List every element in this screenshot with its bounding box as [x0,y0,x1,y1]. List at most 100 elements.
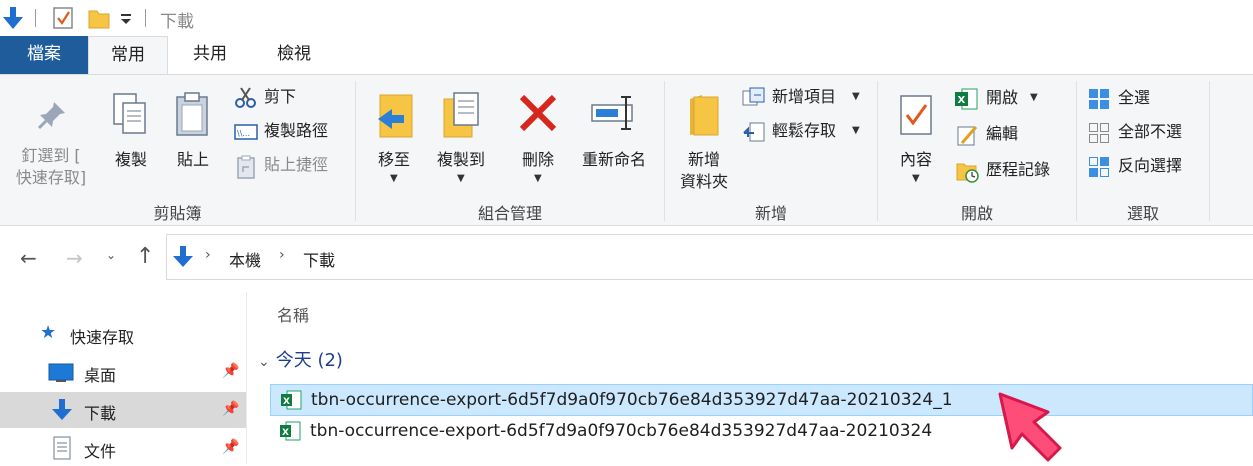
select-all-button[interactable]: 全選 [1086,85,1206,113]
file-row[interactable]: X tbn-occurrence-export-6d5f7d9a0f970cb7… [270,384,1253,416]
move-to-dropdown-icon: ▼ [390,173,398,184]
select-group-label: 選取 [1126,204,1159,223]
pin-label-line1: 釘選到 [ [21,146,81,165]
group-header-today[interactable]: ⌄ 今天 (2) [258,346,343,372]
delete-x-icon [519,94,557,132]
breadcrumb-separator-icon[interactable]: › [205,247,211,263]
move-to-icon [378,94,413,138]
rename-label: 重新命名 [581,150,646,169]
pane-divider[interactable] [246,292,247,464]
nav-item-documents[interactable]: 文件 📌 [0,430,246,466]
download-location-icon [173,246,193,267]
copy-button[interactable]: 複製 [102,83,160,173]
move-to-label: 移至 [377,150,410,169]
new-folder-button[interactable]: 新增 資料夾 [672,83,736,199]
nav-item-downloads[interactable]: 下載 📌 [0,392,246,428]
recent-locations-chevron-icon[interactable]: ⌄ [106,248,116,262]
clipboard-group-label: 剪貼簿 [153,204,202,223]
forward-arrow-icon[interactable]: → [66,246,83,270]
open-label: 開啟 [986,88,1019,107]
properties-check-icon[interactable] [52,6,74,30]
cut-button[interactable]: 剪下 [232,85,342,111]
edit-icon [957,126,978,146]
svg-text:X: X [283,397,290,407]
svg-text:X: X [958,95,966,106]
new-folder-label-line2: 資料夾 [679,172,728,191]
easy-access-icon [743,122,765,142]
pin-quick-access-button[interactable]: 釘選到 [ 快速存取] [6,83,96,193]
tab-share[interactable]: 共用 [170,36,250,74]
back-arrow-icon[interactable]: ← [20,246,37,270]
ribbon-tabs: 檔案 常用 共用 檢視 [0,36,1253,75]
copy-label: 複製 [114,150,147,169]
address-bar[interactable]: › 本機 › 下載 [166,234,1253,280]
invert-selection-icon [1089,157,1109,177]
rename-button[interactable]: 重新命名 [572,83,656,173]
tab-view[interactable]: 檢視 [252,36,336,74]
select-none-icon [1089,123,1109,143]
select-none-button[interactable]: 全部不選 [1086,119,1210,147]
new-folder-icon[interactable] [88,7,110,29]
customize-toolbar-chevron-icon[interactable] [120,12,132,26]
new-item-button[interactable]: 新增項目 ▼ [740,85,868,111]
delete-dropdown-icon: ▼ [534,173,542,184]
file-name: tbn-occurrence-export-6d5f7d9a0f970cb76e… [311,390,953,410]
history-label: 歷程記錄 [986,160,1051,179]
breadcrumb-separator-icon[interactable]: › [279,247,285,263]
open-button[interactable]: X 開啟 ▼ [954,85,1058,113]
nav-item-label: 下載 [84,404,117,423]
cut-label: 剪下 [264,87,297,106]
navigation-bar: ← → ⌄ ↑ › 本機 › 下載 [0,232,1253,284]
pin-icon[interactable]: 📌 [222,363,239,379]
new-folder-label-line1: 新增 [687,150,720,169]
move-to-button[interactable]: 移至 ▼ [364,83,424,193]
breadcrumb-this-pc[interactable]: 本機 [229,247,261,271]
nav-item-label: 桌面 [84,366,117,385]
edit-label: 編輯 [986,124,1019,143]
group-separator [1209,81,1210,221]
properties-button[interactable]: 內容 ▼ [884,83,948,193]
file-name: tbn-occurrence-export-6d5f7d9a0f970cb76e… [310,421,933,441]
group-title: 今天 (2) [275,350,343,371]
copy-to-button[interactable]: 複製到 ▼ [428,83,494,193]
tab-file[interactable]: 檔案 [0,36,88,74]
copy-path-button[interactable]: \\... 複製路徑 [232,119,352,145]
select-none-label: 全部不選 [1118,122,1183,141]
nav-item-desktop[interactable]: 桌面 📌 [0,354,246,390]
separator [35,9,36,27]
pin-icon[interactable]: 📌 [222,401,239,417]
easy-access-button[interactable]: 輕鬆存取 ▼ [740,119,868,145]
delete-button[interactable]: 刪除 ▼ [508,83,568,193]
title-bar: 下載 [0,0,1253,36]
select-all-label: 全選 [1118,88,1151,107]
download-arrow-icon[interactable] [2,5,24,31]
copy-to-icon [443,92,479,138]
open-dropdown-icon: ▼ [1030,92,1038,103]
easy-access-dropdown-icon: ▼ [852,125,860,136]
properties-label: 內容 [899,150,932,169]
breadcrumb-downloads[interactable]: 下載 [303,247,335,271]
history-button[interactable]: 歷程記錄 [954,157,1070,185]
pin-icon[interactable]: 📌 [222,439,239,455]
svg-text:\\...: \\... [237,129,250,138]
up-arrow-icon[interactable]: ↑ [136,244,154,269]
invert-selection-button[interactable]: 反向選擇 [1086,153,1210,181]
copy-path-label: 複製路徑 [264,121,329,140]
new-group-label: 新增 [754,204,787,223]
tab-home[interactable]: 常用 [88,36,168,75]
paste-shortcut-label: 貼上捷徑 [264,155,329,174]
pointer-arrow-icon [998,392,1062,462]
file-row[interactable]: X tbn-occurrence-export-6d5f7d9a0f970cb7… [270,416,1253,448]
folder-icon [690,95,719,136]
nav-item-quick-access[interactable]: ★ 快速存取 [0,316,246,352]
paste-shortcut-button[interactable]: 貼上捷徑 [232,153,352,179]
edit-button[interactable]: 編輯 [954,121,1058,149]
collapse-chevron-icon: ⌄ [258,354,270,370]
open-group-label: 開啟 [960,204,993,223]
rename-icon [591,96,633,130]
paste-button[interactable]: 貼上 [164,83,222,173]
paste-label: 貼上 [176,150,209,169]
paste-icon [176,92,208,136]
column-header-name[interactable]: 名稱 [277,302,309,326]
documents-icon [53,436,71,460]
